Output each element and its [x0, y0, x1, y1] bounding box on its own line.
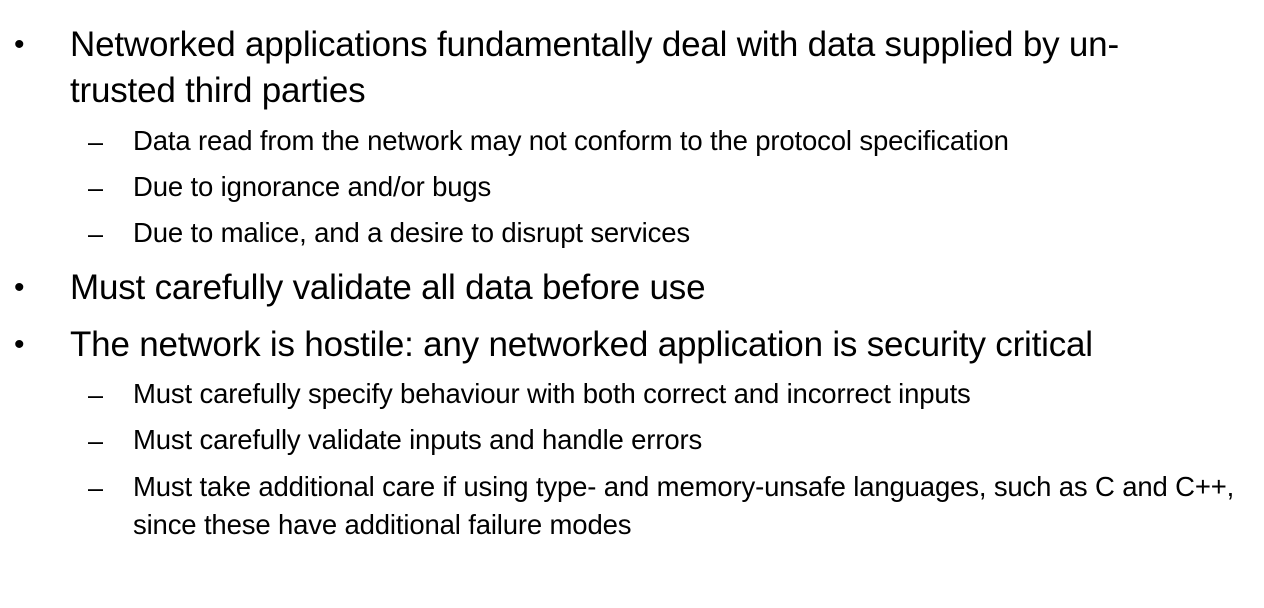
- sub-bullet-text: Due to malice, and a desire to disrupt s…: [133, 217, 690, 248]
- bullet-marker: •: [14, 328, 25, 361]
- dash-marker: –: [88, 219, 104, 249]
- bullet-text: Must carefully validate all data before …: [70, 268, 706, 307]
- sub-bullet-text: Must carefully validate inputs and handl…: [133, 424, 703, 455]
- sub-bullet-text: Due to ignorance and/or bugs: [133, 171, 492, 202]
- bullet-marker: •: [14, 271, 25, 304]
- dash-marker: –: [88, 380, 104, 410]
- bullet-marker: •: [14, 28, 25, 61]
- dash-marker: –: [88, 127, 104, 157]
- sub-bullet-text: Must take additional care if using type-…: [133, 471, 1235, 540]
- sub-bullet-text: Data read from the network may not confo…: [133, 125, 1009, 156]
- dash-marker: –: [88, 173, 104, 203]
- sub-bullet-text: Must carefully specify behaviour with bo…: [133, 378, 971, 409]
- bullet-text: Networked applications fundamentally dea…: [70, 25, 1119, 110]
- dash-marker: –: [88, 426, 104, 456]
- dash-marker: –: [88, 473, 104, 503]
- bullet-text: The network is hostile: any networked ap…: [70, 325, 1093, 364]
- slide: • Networked applications fundamentally d…: [0, 0, 1264, 608]
